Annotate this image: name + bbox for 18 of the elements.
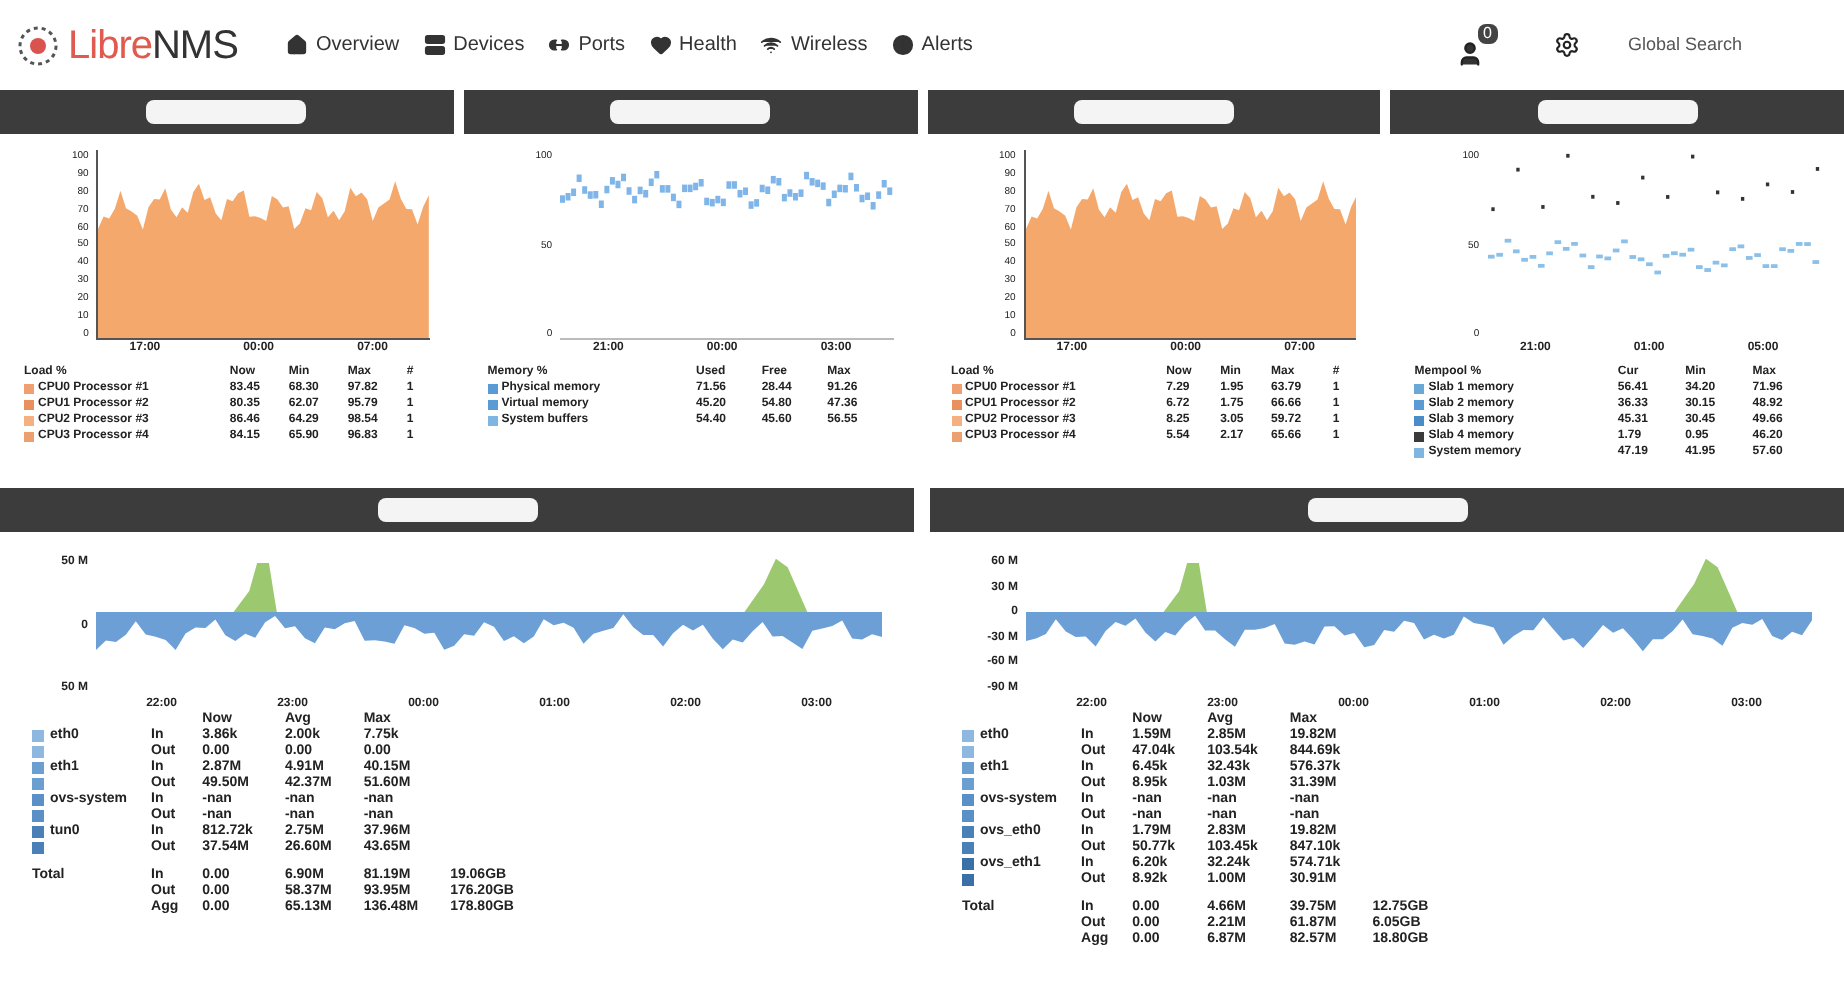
link-icon [548,34,571,56]
server-icon [423,34,446,56]
logo-icon [16,23,60,67]
nav-link[interactable]: Wireless [760,30,868,60]
nav-link[interactable]: Devices [423,30,525,60]
notification-badge: 0 [1477,23,1498,43]
wifi-icon [760,34,783,56]
home-icon [285,34,308,56]
nav-link[interactable]: Ports [548,30,626,60]
user-icon [1455,39,1484,67]
nav-link[interactable]: Overview [285,30,400,60]
settings-icon[interactable] [1554,32,1580,58]
logo-text: LibreNMS [68,21,238,71]
nav-link[interactable]: Alerts [891,30,973,60]
heart-icon [649,34,672,56]
nav-link[interactable]: Health [649,30,737,60]
user-button[interactable]: 0 [1455,23,1498,67]
search-field[interactable]: Global Search [1628,31,1828,59]
